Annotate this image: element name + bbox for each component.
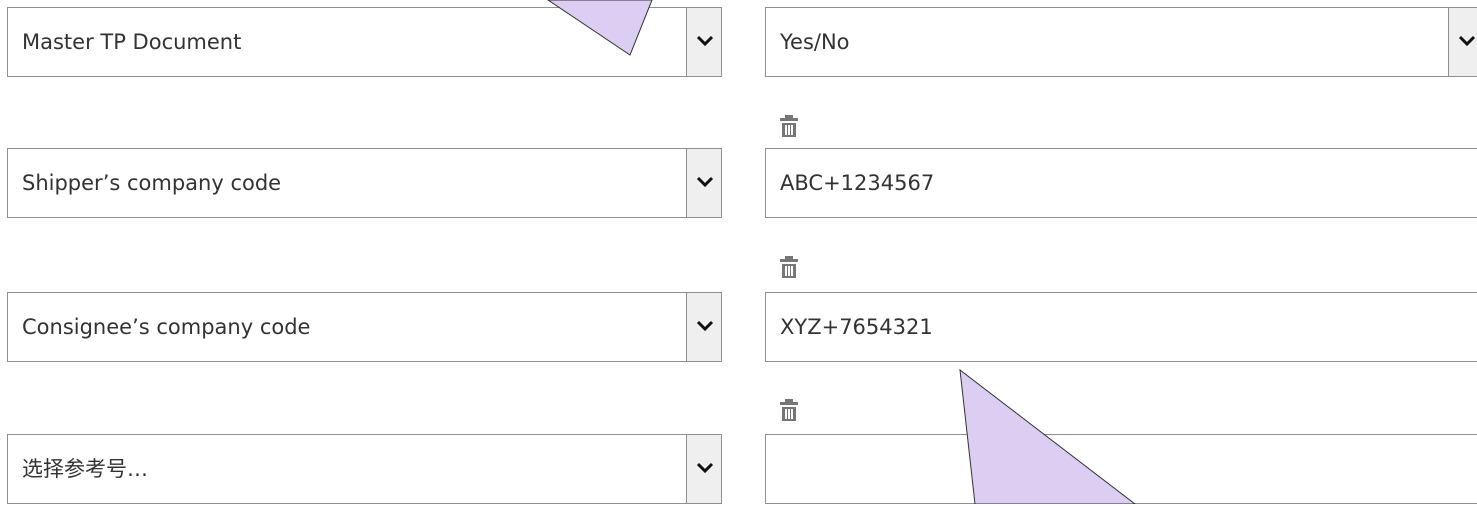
reference-row-1: Master TP Document Yes/No xyxy=(0,7,1477,79)
reference-value-input[interactable] xyxy=(765,434,1477,504)
reference-row-3: Consignee’s company code XYZ+7654321 xyxy=(0,292,1477,364)
reference-value-text: ABC+1234567 xyxy=(780,171,935,195)
reference-row-4: 选择参考号… xyxy=(0,434,1477,506)
reference-type-selected: 选择参考号… xyxy=(22,457,148,481)
chevron-down-icon xyxy=(696,35,714,47)
reference-value-text: XYZ+7654321 xyxy=(780,315,933,339)
dropdown-button[interactable] xyxy=(686,148,722,218)
reference-row-2: Shipper’s company code ABC+1234567 xyxy=(0,148,1477,220)
reference-type-select[interactable]: Shipper’s company code xyxy=(7,148,722,218)
reference-value-selected: Yes/No xyxy=(780,30,850,54)
chevron-down-icon xyxy=(696,176,714,188)
reference-type-select[interactable]: Consignee’s company code xyxy=(7,292,722,362)
trash-icon[interactable] xyxy=(778,114,800,138)
reference-type-select[interactable]: 选择参考号… xyxy=(7,434,722,504)
chevron-down-icon xyxy=(696,320,714,332)
reference-type-selected: Master TP Document xyxy=(22,30,242,54)
reference-value-input[interactable]: XYZ+7654321 xyxy=(765,292,1477,362)
chevron-down-icon xyxy=(696,462,714,474)
dropdown-button[interactable] xyxy=(686,292,722,362)
dropdown-button[interactable] xyxy=(686,434,722,504)
reference-type-selected: Consignee’s company code xyxy=(22,315,311,339)
chevron-down-icon xyxy=(1458,35,1476,47)
trash-icon[interactable] xyxy=(778,255,800,279)
reference-value-input[interactable]: ABC+1234567 xyxy=(765,148,1477,218)
reference-type-select[interactable]: Master TP Document xyxy=(7,7,722,77)
reference-value-select[interactable]: Yes/No xyxy=(765,7,1477,77)
dropdown-button[interactable] xyxy=(686,7,722,77)
value-dropdown-button[interactable] xyxy=(1448,7,1477,77)
reference-type-selected: Shipper’s company code xyxy=(22,171,282,195)
trash-icon[interactable] xyxy=(778,398,800,422)
